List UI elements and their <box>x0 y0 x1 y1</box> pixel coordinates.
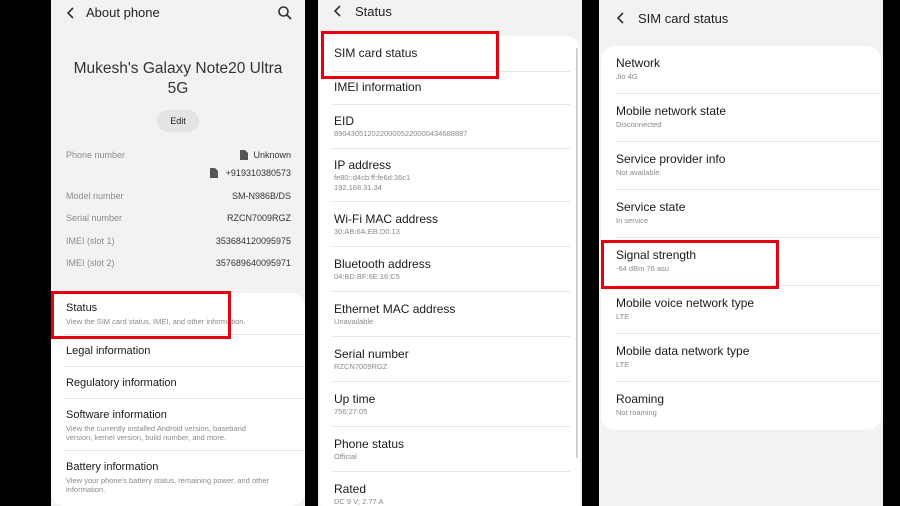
device-name-line2: 5G <box>167 80 189 97</box>
item-value: Official <box>334 452 357 461</box>
item-title: Service provider info <box>616 152 726 166</box>
sim-icon <box>210 168 218 178</box>
menu-item-subtitle: View the SIM card status, IMEI, and othe… <box>66 317 246 326</box>
about-menu-card: Status View the SIM card status, IMEI, a… <box>51 293 305 506</box>
phone-number-value-1: Unknown <box>253 150 291 160</box>
item-title: Mobile network state <box>616 104 727 118</box>
status-screen: Status SIM card status IMEI information … <box>318 0 582 506</box>
item-value: In service <box>616 216 649 225</box>
item-value: 30:AB:6A:EB:D0:13 <box>334 227 400 236</box>
back-arrow-icon[interactable] <box>330 3 346 19</box>
sim-icon <box>240 150 248 160</box>
edit-button[interactable]: Edit <box>157 110 199 132</box>
item-value: Unavailable <box>334 317 374 326</box>
back-arrow-icon[interactable] <box>63 5 79 21</box>
scrollbar[interactable] <box>576 48 578 458</box>
item-title: Roaming <box>616 392 665 406</box>
serial-number-value: RZCN7009RGZ <box>226 213 291 223</box>
item-value: 756:27:05 <box>334 407 368 416</box>
page-title: About phone <box>86 5 160 20</box>
item-title: Mobile voice network type <box>616 296 755 310</box>
item-value: RZCN7009RGZ <box>334 362 388 371</box>
device-name: Mukesh's Galaxy Note20 Ultra <box>73 60 283 77</box>
phone-number-value-2: +919310380573 <box>225 168 291 178</box>
model-number-value: SM-N986B/DS <box>231 191 291 201</box>
item-value: Jio 4G <box>616 72 638 81</box>
menu-item-title: Status <box>66 302 98 314</box>
page-title: Status <box>355 4 392 19</box>
item-value: Disconnected <box>616 120 662 129</box>
imei1-value: 353684120095975 <box>215 236 291 246</box>
status-list-card: SIM card status IMEI information EID 890… <box>320 36 580 506</box>
imei2-label: IMEI (slot 2) <box>66 258 115 268</box>
serial-number-label: Serial number <box>66 213 123 223</box>
imei1-label: IMEI (slot 1) <box>66 236 115 246</box>
menu-item-subtitle: version, kernel version, build number, a… <box>66 433 227 442</box>
item-title: IP address <box>334 158 392 172</box>
item-title: EID <box>334 114 355 128</box>
sim-status-card: Network Jio 4G Mobile network state Disc… <box>601 46 881 430</box>
phone-number-label: Phone number <box>66 150 126 160</box>
menu-item-legal[interactable]: Legal information <box>66 345 150 357</box>
item-value: Not available. <box>616 168 662 177</box>
item-value: 04:BD:BF:6E:16:C5 <box>334 272 400 281</box>
about-phone-screen: About phone Mukesh's Galaxy Note20 Ultra… <box>51 0 305 506</box>
item-title: Mobile data network type <box>616 344 750 358</box>
item-value: fe80::d4cb:ff:fe6d:36c1 <box>334 173 411 182</box>
menu-item-title: Software information <box>66 409 167 421</box>
item-title: Service state <box>616 200 686 214</box>
menu-item-title: Battery information <box>66 461 159 473</box>
status-item-imei[interactable]: IMEI information <box>334 80 421 94</box>
page-title: SIM card status <box>638 11 729 26</box>
item-title: Up time <box>334 392 376 406</box>
item-title: Wi-Fi MAC address <box>334 212 439 226</box>
item-title: Signal strength <box>616 248 697 262</box>
item-title: Phone status <box>334 437 405 451</box>
item-title: Serial number <box>334 347 409 361</box>
imei2-value: 357689640095971 <box>215 258 291 268</box>
item-title: Bluetooth address <box>334 257 431 271</box>
status-item-sim-card[interactable]: SIM card status <box>334 46 417 60</box>
item-value: LTE <box>616 312 630 321</box>
item-value: LTE <box>616 360 630 369</box>
item-value: DC 9 V; 2.77 A <box>334 497 384 506</box>
back-arrow-icon[interactable] <box>613 10 629 26</box>
sim-card-status-screen: SIM card status Network Jio 4G Mobile ne… <box>599 0 883 506</box>
menu-item-subtitle: information. <box>66 485 106 494</box>
item-title: Rated <box>334 482 367 496</box>
item-value: 192.168.31.34 <box>334 183 382 192</box>
item-title: Ethernet MAC address <box>334 302 456 316</box>
item-title: Network <box>616 56 661 70</box>
item-value: -64 dBm 76 asu <box>616 264 669 273</box>
item-value: 89043051202200005220000434688887 <box>334 129 468 138</box>
menu-item-regulatory[interactable]: Regulatory information <box>66 377 177 389</box>
menu-item-subtitle: View your phone's battery status, remain… <box>66 476 270 485</box>
model-number-label: Model number <box>66 191 124 201</box>
search-icon[interactable] <box>277 5 293 21</box>
item-value: Not roaming <box>616 408 657 417</box>
menu-item-subtitle: View the currently installed Android ver… <box>66 424 246 433</box>
